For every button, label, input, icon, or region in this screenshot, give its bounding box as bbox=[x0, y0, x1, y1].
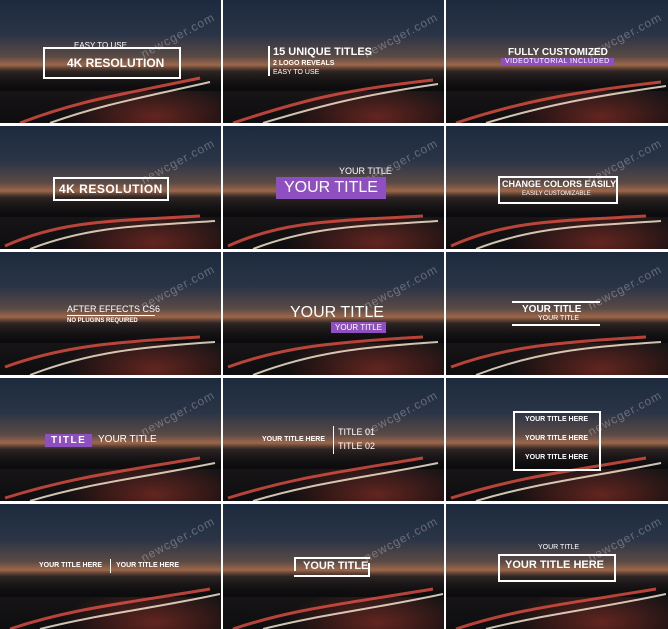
subtitle: NO PLUGINS REQUIRED bbox=[67, 318, 138, 324]
tile-5[interactable]: newcger.com YOUR TITLE YOUR TITLE bbox=[223, 126, 444, 249]
title-line-3: YOUR TITLE HERE bbox=[525, 454, 589, 461]
main-title: YOUR TITLE bbox=[290, 304, 384, 321]
left-title: YOUR TITLE HERE bbox=[39, 562, 103, 569]
bottom-rule bbox=[512, 324, 600, 326]
tile-4[interactable]: newcger.com 4K RESOLUTION bbox=[0, 126, 221, 249]
main-title: 4K RESOLUTION bbox=[67, 56, 165, 70]
title-02: TITLE 02 bbox=[338, 441, 376, 451]
underline bbox=[67, 315, 155, 316]
purple-subtitle: YOUR TITLE bbox=[331, 322, 386, 333]
main-title: YOUR TITLE bbox=[522, 304, 582, 315]
purple-subtitle: VIDEOTUTORIAL INCLUDED bbox=[501, 58, 614, 65]
main-title: FULLY CUSTOMIZED bbox=[508, 47, 608, 58]
divider-line bbox=[333, 426, 334, 454]
divider-line bbox=[110, 559, 111, 573]
subtitle: EASILY CUSTOMIZABLE bbox=[522, 191, 591, 197]
tile-8[interactable]: newcger.com YOUR TITLE YOUR TITLE bbox=[223, 252, 444, 375]
tile-1[interactable]: newcger.com EASY TO USE 4K RESOLUTION bbox=[0, 0, 221, 123]
title-01: TITLE 01 bbox=[338, 427, 376, 437]
main-title: YOUR TITLE bbox=[276, 177, 386, 199]
tile-13[interactable]: newcger.com YOUR TITLE HERE YOUR TITLE H… bbox=[0, 504, 221, 629]
title-line-2: YOUR TITLE HERE bbox=[525, 435, 589, 442]
top-rule bbox=[512, 301, 600, 303]
main-title: YOUR TITLE bbox=[98, 434, 157, 445]
tile-11[interactable]: newcger.com YOUR TITLE HERE TITLE 01 TIT… bbox=[223, 378, 444, 501]
main-title: CHANGE COLORS EASILY bbox=[502, 179, 617, 189]
kicker-text: YOUR TITLE bbox=[339, 166, 392, 176]
tile-6[interactable]: newcger.com CHANGE COLORS EASILY EASILY … bbox=[446, 126, 668, 249]
tile-15[interactable]: newcger.com YOUR TITLE YOUR TITLE HERE bbox=[446, 504, 668, 629]
bracket-left bbox=[294, 557, 296, 571]
main-title: YOUR TITLE HERE bbox=[505, 559, 605, 571]
subtitle: YOUR TITLE bbox=[538, 315, 580, 322]
main-title: 4K RESOLUTION bbox=[53, 177, 169, 201]
title-tag: TITLE bbox=[45, 434, 93, 447]
divider-line bbox=[268, 46, 270, 76]
kicker-text: EASY TO USE bbox=[74, 41, 127, 50]
title-line-1: YOUR TITLE HERE bbox=[525, 416, 589, 423]
kicker-text: YOUR TITLE bbox=[538, 544, 580, 551]
main-title: YOUR TITLE bbox=[303, 560, 369, 572]
tile-3[interactable]: newcger.com FULLY CUSTOMIZED VIDEOTUTORI… bbox=[446, 0, 668, 123]
main-title: AFTER EFFECTS CS6 bbox=[67, 304, 161, 314]
right-title: YOUR TITLE HERE bbox=[116, 562, 180, 569]
bracket-top bbox=[294, 557, 370, 559]
main-title: YOUR TITLE HERE bbox=[262, 436, 326, 443]
main-title: 15 UNIQUE TITLES bbox=[273, 46, 373, 58]
tile-7[interactable]: newcger.com AFTER EFFECTS CS6 NO PLUGINS… bbox=[0, 252, 221, 375]
tile-14[interactable]: newcger.com YOUR TITLE bbox=[223, 504, 444, 629]
thumbnail-grid: newcger.com EASY TO USE 4K RESOLUTION ne… bbox=[0, 0, 668, 629]
tile-2[interactable]: newcger.com 15 UNIQUE TITLES 2 LOGO REVE… bbox=[223, 0, 444, 123]
bracket-bottom bbox=[294, 575, 370, 577]
subtitle-2: EASY TO USE bbox=[273, 69, 320, 76]
tile-10[interactable]: newcger.com TITLE YOUR TITLE bbox=[0, 378, 221, 501]
tile-12[interactable]: newcger.com YOUR TITLE HERE YOUR TITLE H… bbox=[446, 378, 668, 501]
tile-9[interactable]: newcger.com YOUR TITLE YOUR TITLE bbox=[446, 252, 668, 375]
subtitle-1: 2 LOGO REVEALS bbox=[273, 60, 335, 67]
